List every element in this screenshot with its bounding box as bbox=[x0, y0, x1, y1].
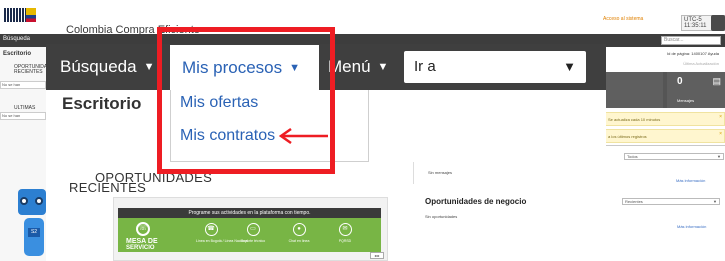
chevron-down-icon: ▼ bbox=[713, 199, 717, 204]
notice-2: a los últimos registros × bbox=[605, 129, 725, 143]
opportunities-filter-value: Recientes bbox=[625, 199, 643, 204]
chevron-down-icon: ▼ bbox=[377, 61, 389, 73]
service-option-chat[interactable]: ● Chat en línea bbox=[284, 223, 314, 243]
last-update: Última Actualización bbox=[683, 61, 719, 66]
recientes-heading: RECIENTES bbox=[69, 180, 147, 195]
nav-busqueda-small[interactable]: Búsqueda bbox=[3, 36, 30, 42]
close-icon[interactable]: × bbox=[719, 114, 722, 120]
robot-badge: S2 bbox=[28, 228, 40, 237]
messages-filter-value: Todos bbox=[627, 154, 638, 159]
colombia-logo bbox=[4, 8, 38, 30]
robot-icon bbox=[18, 189, 46, 215]
avatar[interactable] bbox=[711, 15, 725, 31]
opportunities-title: Oportunidades de negocio bbox=[425, 197, 527, 206]
user-link[interactable]: Acceso al sistema bbox=[603, 16, 643, 22]
stat-tile[interactable] bbox=[605, 72, 663, 108]
nav-busqueda-label: Búsqueda bbox=[60, 57, 137, 76]
escritorio-small: Escritorio bbox=[3, 51, 32, 57]
service-option-support[interactable]: ▭ Soporte técnico bbox=[238, 223, 268, 243]
chat-icon: ● bbox=[292, 223, 306, 236]
robot-body-icon: S2 bbox=[24, 218, 44, 256]
opportunities-filter[interactable]: Recientes ▼ bbox=[622, 198, 720, 205]
stat-tiles: 0 ▤ Mensajes bbox=[605, 72, 725, 108]
close-icon[interactable]: × bbox=[719, 131, 722, 137]
pager[interactable]: ◂ ▸ bbox=[370, 252, 384, 259]
messages-label: Mensajes bbox=[677, 98, 695, 103]
messages-filter[interactable]: Todos ▼ bbox=[624, 153, 724, 160]
mesa-line2: SERVICIO bbox=[126, 245, 155, 251]
page-id: Id de página: 1400107 bbox=[667, 51, 707, 56]
oportunidades-small: OPORTUNIDADES RECIENTES bbox=[14, 64, 58, 75]
ultimas-label: ULTIMAS bbox=[14, 105, 36, 111]
ir-a-select[interactable]: Ir a ▼ bbox=[404, 51, 586, 83]
service-option-label: Soporte técnico bbox=[240, 239, 266, 243]
page-title: Escritorio bbox=[62, 94, 142, 113]
service-option-pqrsd[interactable]: ✉ PQRSD bbox=[330, 223, 360, 243]
no-results-box-2: No se han bbox=[0, 112, 46, 120]
messages-more-link[interactable]: Más información bbox=[676, 178, 705, 183]
service-option-label: PQRSD bbox=[338, 239, 352, 243]
headset-icon: ☏ bbox=[136, 222, 150, 236]
opportunities-empty: Sin oportunidades bbox=[425, 214, 458, 219]
inbox-icon: ▤ bbox=[712, 76, 721, 86]
opportunities-more-link[interactable]: Más información bbox=[677, 224, 706, 229]
notice-text-2: a los últimos registros bbox=[608, 134, 647, 139]
chevron-down-icon: ▼ bbox=[563, 59, 576, 74]
ir-a-label: Ir a bbox=[414, 58, 436, 75]
mesa-line1: MESA DE bbox=[126, 238, 158, 245]
search-input[interactable]: Buscar... bbox=[661, 36, 721, 45]
top-header: Colombia Compra Eficiente Acceso al sist… bbox=[0, 0, 725, 36]
nav-menu[interactable]: Menú ▼ bbox=[328, 44, 388, 90]
no-results-box: No se han bbox=[0, 81, 46, 89]
mesa-servicio[interactable]: ☏ MESA DE SERVICIO bbox=[126, 222, 158, 251]
chevron-down-icon: ▼ bbox=[143, 61, 155, 73]
mail-icon: ✉ bbox=[338, 223, 352, 236]
notice-text: Se actualiza cada 10 minutos bbox=[608, 117, 661, 122]
notice: Se actualiza cada 10 minutos × bbox=[605, 112, 725, 126]
page-meta: Id de página: 1400107 Ayuda Última Actua… bbox=[605, 48, 725, 70]
service-option-label: Línea en Bogotá / Línea Nacional bbox=[196, 239, 248, 243]
arrow-left-icon bbox=[278, 128, 328, 144]
chevron-down-icon: ▼ bbox=[717, 154, 721, 159]
phone-icon: ☎ bbox=[204, 223, 218, 236]
highlight-box bbox=[157, 27, 335, 174]
messages-empty: Sin mensajes bbox=[428, 170, 453, 175]
nav-busqueda[interactable]: Búsqueda ▼ bbox=[60, 44, 154, 90]
service-option-label: Chat en línea bbox=[288, 239, 310, 243]
help-link[interactable]: Ayuda bbox=[708, 51, 719, 56]
service-option-phone[interactable]: ☎ Línea en Bogotá / Línea Nacional bbox=[196, 223, 248, 243]
messages-count: 0 bbox=[677, 76, 683, 87]
messages-tile[interactable]: 0 ▤ Mensajes bbox=[667, 72, 725, 108]
screen-icon: ▭ bbox=[246, 223, 260, 236]
service-panel-heading: Programe sus actividades en la plataform… bbox=[118, 208, 381, 218]
